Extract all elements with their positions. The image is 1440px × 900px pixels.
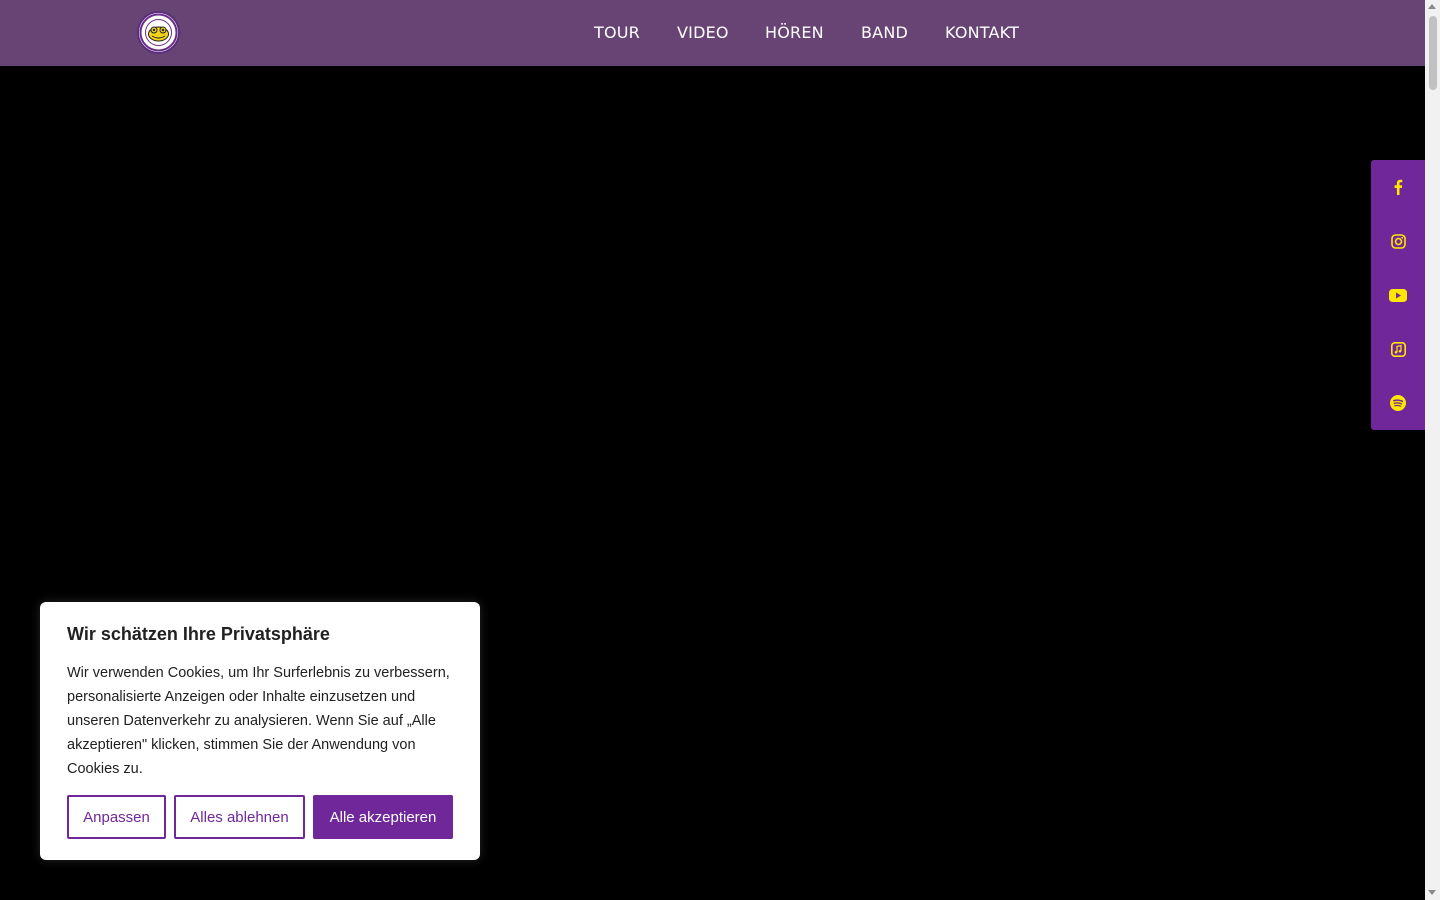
reject-all-button[interactable]: Alles ablehnen: [174, 795, 305, 839]
spotify-icon: [1390, 395, 1406, 411]
nav-item-kontakt[interactable]: KONTAKT: [945, 23, 1019, 42]
site-header: TOUR VIDEO HÖREN BAND KONTAKT: [0, 0, 1425, 66]
youtube-link[interactable]: [1371, 268, 1425, 322]
nav-item-hoeren[interactable]: HÖREN: [765, 23, 824, 42]
nav-item-band[interactable]: BAND: [861, 23, 908, 42]
social-sidebar: [1371, 160, 1425, 430]
nav-item-video[interactable]: VIDEO: [677, 23, 729, 42]
scroll-thumb[interactable]: [1429, 16, 1437, 90]
cookie-consent-dialog: Wir schätzen Ihre Privatsphäre Wir verwe…: [40, 602, 480, 860]
main-navigation: TOUR VIDEO HÖREN BAND KONTAKT: [0, 0, 1425, 66]
accept-all-button[interactable]: Alle akzeptieren: [313, 795, 453, 839]
apple-music-link[interactable]: [1371, 322, 1425, 376]
cookie-description: Wir verwenden Cookies, um Ihr Surferlebn…: [67, 665, 450, 777]
instagram-link[interactable]: [1371, 214, 1425, 268]
cookie-title: Wir schätzen Ihre Privatsphäre: [67, 624, 330, 644]
apple-music-icon: [1390, 341, 1406, 357]
page-scrollbar[interactable]: [1425, 0, 1440, 900]
scroll-down-arrow-icon[interactable]: [1428, 890, 1436, 895]
spotify-link[interactable]: [1371, 376, 1425, 430]
scroll-up-arrow-icon[interactable]: [1428, 4, 1436, 9]
customize-button[interactable]: Anpassen: [67, 795, 166, 839]
facebook-icon: [1394, 179, 1403, 195]
instagram-icon: [1390, 233, 1406, 249]
nav-item-tour[interactable]: TOUR: [594, 23, 640, 42]
youtube-icon: [1389, 288, 1407, 302]
facebook-link[interactable]: [1371, 160, 1425, 214]
